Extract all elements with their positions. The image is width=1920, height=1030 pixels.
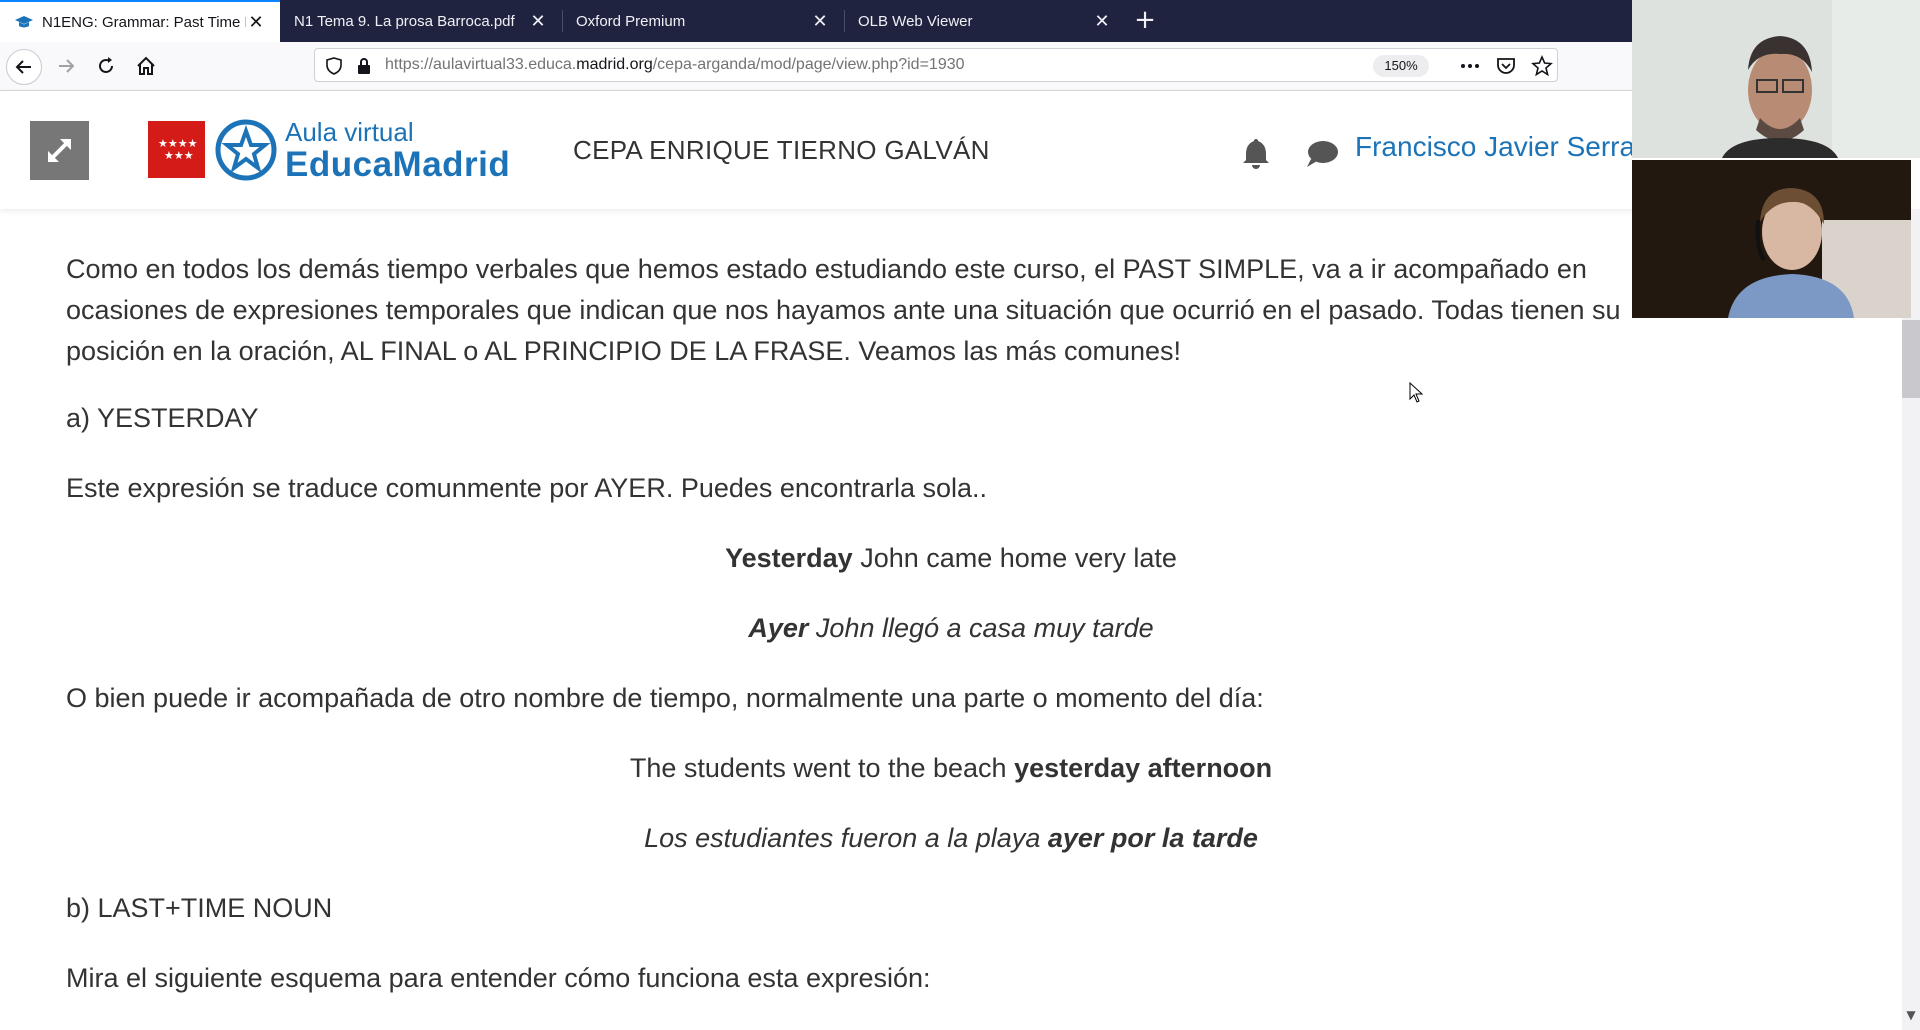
logo-title[interactable]: EducaMadrid (285, 145, 510, 185)
expand-icon (48, 139, 71, 162)
shield-icon[interactable] (323, 55, 345, 77)
graduation-cap-icon (15, 16, 33, 28)
video-feed-teacher (1632, 0, 1920, 158)
example-sentence: The students went to the beach yesterday… (629, 753, 1273, 783)
tab-grammar[interactable]: N1ENG: Grammar: Past Time Ex ✕ (0, 0, 280, 42)
url-bar[interactable]: https://aulavirtual33.educa.madrid.org/c… (314, 48, 1558, 82)
arrow-left-icon (15, 60, 31, 74)
tab-prosa-barroca[interactable]: N1 Tema 9. La prosa Barroca.pdf ✕ (280, 0, 562, 42)
bell-icon[interactable] (1241, 136, 1271, 170)
pocket-button[interactable] (1488, 48, 1524, 84)
arrow-right-icon (59, 59, 75, 73)
lock-icon[interactable] (353, 55, 375, 77)
reload-button[interactable] (88, 48, 124, 84)
intro-line: ocasiones de expresiones temporales que … (66, 295, 1621, 325)
logo-subtitle: Aula virtual (285, 117, 414, 147)
mouse-cursor-icon (1409, 382, 1424, 403)
fullscreen-toggle-button[interactable] (30, 121, 89, 180)
heading-last-time-noun: b) LAST+TIME NOUN (66, 893, 333, 923)
user-menu-name[interactable]: Francisco Javier Serrano (1355, 131, 1633, 163)
heading-yesterday: a) YESTERDAY (66, 403, 259, 433)
tab-olb-web-viewer[interactable]: OLB Web Viewer ✕ (844, 0, 1126, 42)
yesterday-explanation-2: O bien puede ir acompañada de otro nombr… (66, 683, 1264, 713)
intro-paragraph: Como en todos los demás tiempo verbales … (66, 249, 1826, 372)
chat-bubble-icon[interactable] (1305, 139, 1339, 169)
star-icon (1531, 55, 1553, 77)
example-translation: Los estudiantes fueron a la playa ayer p… (644, 823, 1258, 853)
person-silhouette-icon (1632, 0, 1920, 158)
tab-label: N1ENG: Grammar: Past Time Ex (42, 13, 246, 31)
close-icon[interactable]: ✕ (810, 11, 830, 32)
tab-label: N1 Tema 9. La prosa Barroca.pdf (294, 12, 515, 30)
scroll-down-arrow-icon[interactable]: ▼ (1902, 1008, 1920, 1028)
zoom-level[interactable]: 150% (1373, 55, 1429, 77)
site-name[interactable]: CEPA ENRIQUE TIERNO GALVÁN (573, 135, 990, 166)
reload-icon (99, 57, 113, 73)
url-text[interactable]: https://aulavirtual33.educa.madrid.org/c… (385, 56, 965, 74)
home-button[interactable] (128, 48, 164, 84)
last-explanation: Mira el siguiente esquema para entender … (66, 963, 931, 993)
close-icon[interactable]: ✕ (1092, 11, 1112, 32)
close-icon[interactable]: ✕ (246, 12, 266, 33)
back-button[interactable] (6, 49, 42, 85)
example-sentence: Yesterday John came home very late (725, 543, 1177, 573)
madrid-flag-logo[interactable]: ★★★★ ★★★ (148, 121, 205, 178)
home-icon (137, 56, 155, 75)
stars-icon: ★★★★ ★★★ (158, 137, 198, 162)
educamadrid-emblem-icon[interactable] (215, 119, 277, 181)
close-icon[interactable]: ✕ (528, 11, 548, 32)
forward-button[interactable] (48, 48, 84, 84)
ellipsis-icon (1461, 64, 1479, 68)
yesterday-explanation: Este expresión se traduce comunmente por… (66, 473, 988, 503)
pocket-icon (1497, 58, 1515, 74)
tab-label: Oxford Premium (576, 12, 686, 30)
person-silhouette-icon (1632, 160, 1911, 318)
example-translation: Ayer John llegó a casa muy tarde (748, 613, 1154, 643)
svg-text:★★★: ★★★ (164, 149, 194, 162)
intro-line: posición en la oración, AL FINAL o AL PR… (66, 336, 1182, 366)
video-feed-student (1632, 160, 1911, 318)
more-actions-button[interactable] (1452, 48, 1488, 84)
new-tab-button[interactable]: + (1130, 0, 1160, 42)
scrollbar-thumb[interactable] (1902, 320, 1920, 398)
tab-label: OLB Web Viewer (858, 12, 973, 30)
intro-line: Como en todos los demás tiempo verbales … (66, 254, 1587, 284)
tab-oxford-premium[interactable]: Oxford Premium ✕ (562, 0, 844, 42)
bookmark-star-button[interactable] (1524, 48, 1560, 84)
